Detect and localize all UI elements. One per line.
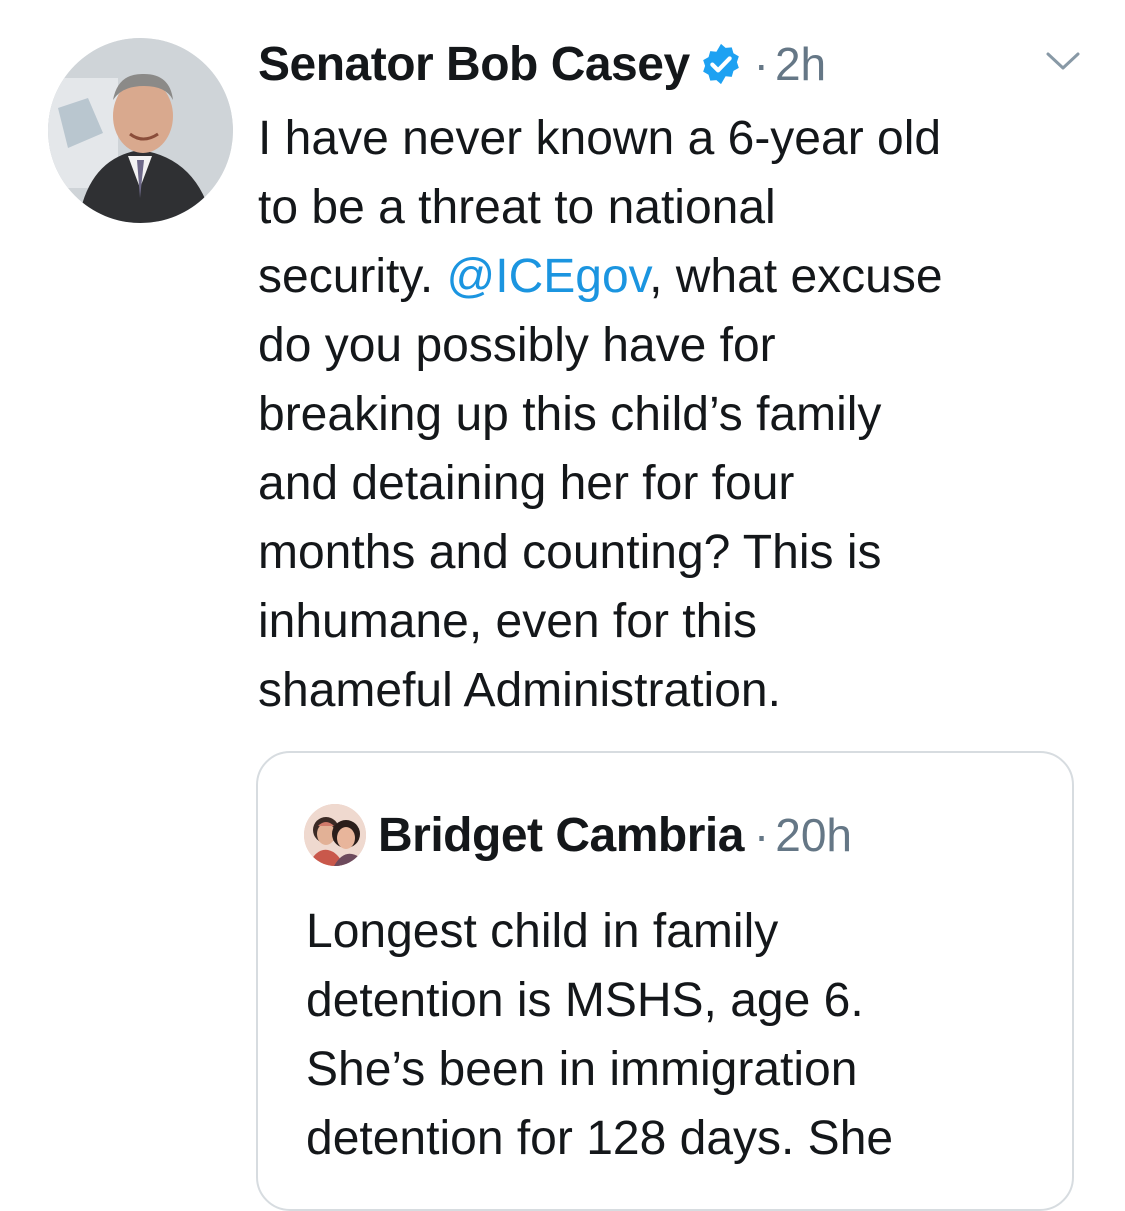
tweet-timestamp[interactable]: 2h [775,37,826,91]
tweet-text-fragment: security. [258,250,434,303]
tweet[interactable]: Senator Bob Casey · 2h I have never know… [0,0,1125,1211]
quoted-text-line: detention is MSHS, age 6. [306,974,864,1027]
quoted-author-avatar-image [304,804,366,866]
tweet-text-line: inhumane, even for this [258,595,757,648]
quoted-tweet-timestamp: 20h [775,809,852,861]
tweet-text-line: breaking up this child’s family [258,388,882,441]
author-display-name[interactable]: Senator Bob Casey [258,37,690,92]
tweet-text-line: I have never known a 6-year old [258,112,942,165]
mention-link[interactable]: @ICEgov [447,250,650,303]
tweet-text-line: security. @ICEgov, what excuse [258,242,1078,311]
tweet-text: I have never known a 6-year old to be a … [258,104,1078,725]
tweet-text-line: to be a threat to national [258,181,776,234]
quoted-tweet-card[interactable]: Bridget Cambria · 20h Longest child in f… [256,751,1074,1211]
tweet-header: Senator Bob Casey · 2h [258,34,826,94]
author-avatar[interactable] [48,38,233,223]
tweet-text-line: shameful Administration. [258,664,781,717]
chevron-down-icon[interactable] [1042,44,1084,78]
quoted-tweet-text: Longest child in family detention is MSH… [306,897,1046,1173]
tweet-text-line: do you possibly have for [258,319,776,372]
verified-badge-icon [702,43,739,85]
quoted-text-line: She’s been in immigration [306,1043,858,1096]
quoted-text-line: detention for 128 days. She [306,1112,894,1165]
quoted-text-line: Longest child in family [306,905,779,958]
header-separator: · [753,38,769,90]
tweet-text-line: and detaining her for four [258,457,795,510]
tweet-text-line: months and counting? This is [258,526,882,579]
quoted-author-avatar [304,804,366,866]
author-avatar-image [48,38,233,223]
quoted-tweet-header: Bridget Cambria · 20h [304,804,852,866]
tweet-text-fragment: , what excuse [649,250,943,303]
quoted-author-display-name[interactable]: Bridget Cambria [378,808,744,863]
quoted-header-separator: · [753,809,770,861]
